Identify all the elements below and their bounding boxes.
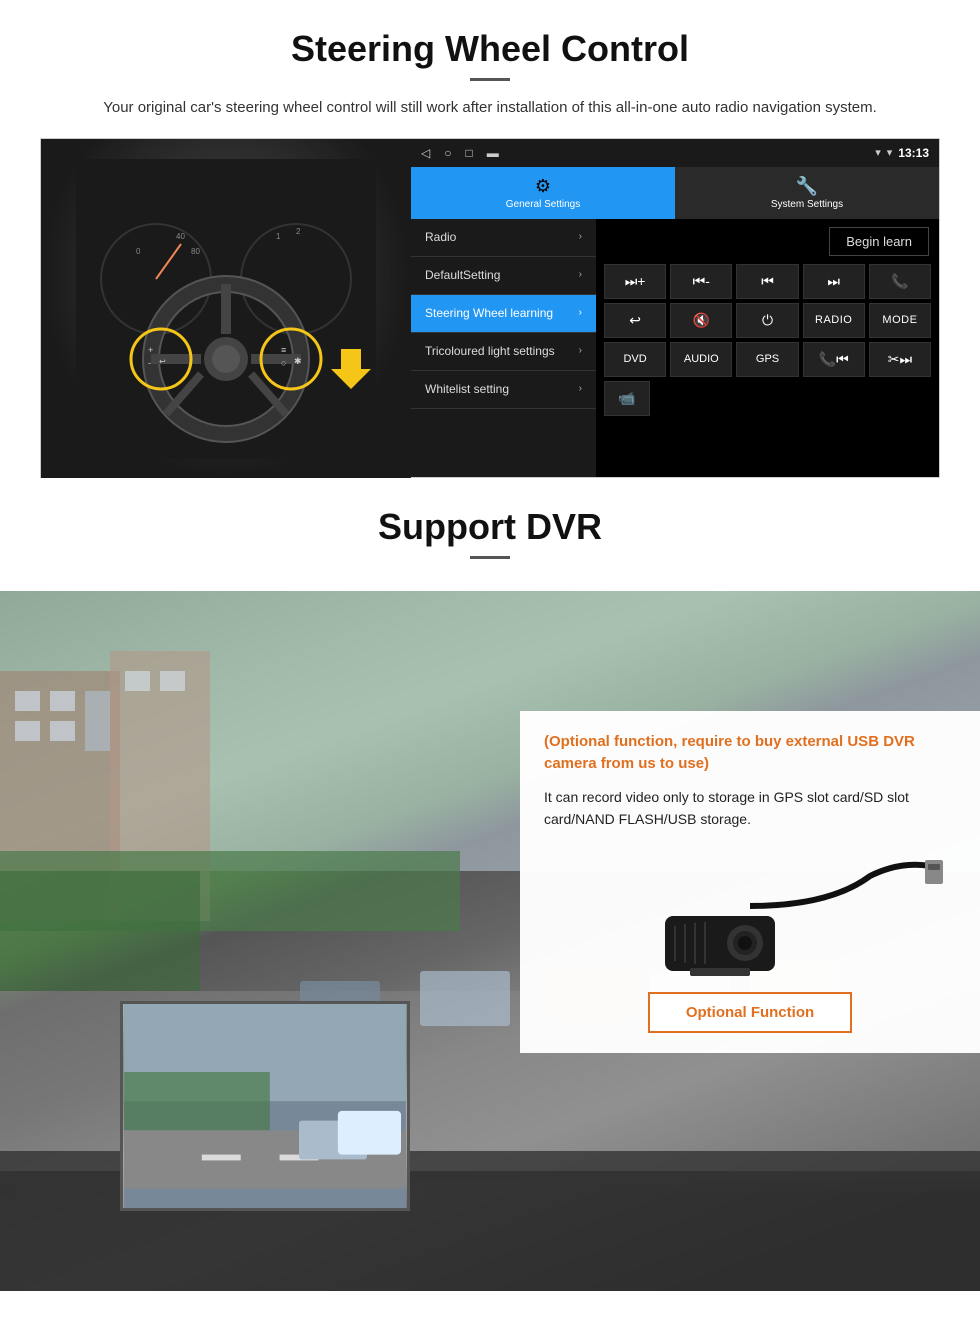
- vol-down-btn[interactable]: ⏮-: [670, 264, 732, 299]
- svg-text:40: 40: [176, 232, 185, 241]
- svg-text:✱: ✱: [294, 356, 302, 366]
- steering-ui-container: 0 40 80 1 2: [40, 138, 940, 478]
- dvr-thumbnail: [120, 1001, 410, 1211]
- steering-photo-bg: 0 40 80 1 2: [41, 139, 411, 479]
- phone-prev-btn[interactable]: 📞⏮: [803, 342, 865, 377]
- prev-track-btn[interactable]: ⏮: [736, 264, 798, 299]
- steering-title: Steering Wheel Control: [40, 28, 940, 70]
- control-row-4: 📹: [604, 381, 931, 416]
- svg-text:-: -: [148, 358, 151, 368]
- dvr-title: Support DVR: [40, 506, 940, 548]
- wifi-icon: ▾: [875, 146, 881, 159]
- status-bar: ◁ ○ □ ▬ ▾ ▾ 13:13: [411, 139, 939, 167]
- audio-btn[interactable]: AUDIO: [670, 342, 732, 377]
- tab-general-settings[interactable]: ⚙ General Settings: [411, 167, 675, 219]
- chevron-right-icon: ›: [579, 269, 582, 281]
- recent-nav-icon[interactable]: □: [465, 146, 472, 160]
- gear-icon: ⚙: [535, 176, 551, 197]
- gps-btn[interactable]: GPS: [736, 342, 798, 377]
- svg-text:0: 0: [136, 247, 141, 256]
- dvr-optional-text: (Optional function, require to buy exter…: [544, 731, 956, 776]
- phone-btn[interactable]: 📞: [869, 264, 931, 299]
- right-controls-panel: Begin learn ⏭+ ⏮- ⏮ ⏭ 📞 ↩ 🔇: [596, 219, 939, 477]
- begin-learn-row: Begin learn: [600, 223, 935, 260]
- tab-bar: ⚙ General Settings 🔧 System Settings: [411, 167, 939, 219]
- status-time: 13:13: [898, 146, 929, 160]
- chevron-right-icon: ›: [579, 345, 582, 357]
- dvr-background: (Optional function, require to buy exter…: [0, 591, 980, 1291]
- dvr-info-card: (Optional function, require to buy exter…: [520, 711, 980, 1054]
- home-nav-icon[interactable]: ○: [444, 146, 451, 160]
- dvr-section: Support DVR: [0, 478, 980, 1291]
- steering-photo-panel: 0 40 80 1 2: [41, 139, 411, 479]
- menu-default-label: DefaultSetting: [425, 268, 500, 282]
- radio-btn[interactable]: RADIO: [803, 303, 865, 338]
- svg-text:↩: ↩: [159, 357, 166, 366]
- dvr-thumb-svg: [123, 1004, 407, 1208]
- mode-btn[interactable]: MODE: [869, 303, 931, 338]
- left-menu: Radio › DefaultSetting › Steering Wheel …: [411, 219, 596, 477]
- control-row-1: ⏭+ ⏮- ⏮ ⏭ 📞: [604, 264, 931, 299]
- menu-item-radio[interactable]: Radio ›: [411, 219, 596, 257]
- dvr-desc-text: It can record video only to storage in G…: [544, 786, 956, 831]
- dvr-title-area: Support DVR: [0, 478, 980, 591]
- menu-tricolour-label: Tricoloured light settings: [425, 344, 555, 358]
- mute-btn[interactable]: 🔇: [670, 303, 732, 338]
- menu-item-tricoloured[interactable]: Tricoloured light settings ›: [411, 333, 596, 371]
- dvr-camera-illustration: [544, 846, 956, 976]
- menu-radio-label: Radio: [425, 230, 456, 244]
- svg-text:○: ○: [281, 358, 286, 368]
- tab-system-label: System Settings: [771, 199, 843, 210]
- chevron-right-icon: ›: [579, 383, 582, 395]
- dvr-icon-btn[interactable]: 📹: [604, 381, 650, 416]
- svg-text:≡: ≡: [281, 345, 286, 355]
- tab-general-label: General Settings: [506, 199, 581, 210]
- dvr-title-divider: [470, 556, 510, 559]
- menu-steering-label: Steering Wheel learning: [425, 306, 553, 320]
- steering-section: Steering Wheel Control Your original car…: [0, 0, 980, 478]
- dvr-thumb-content: [123, 1004, 407, 1208]
- back-nav-icon[interactable]: ◁: [421, 146, 430, 160]
- dvr-camera-svg: [550, 846, 950, 976]
- menu-item-whitelist[interactable]: Whitelist setting ›: [411, 371, 596, 409]
- steering-wheel-image: 0 40 80 1 2: [76, 159, 376, 459]
- menu-item-default[interactable]: DefaultSetting ›: [411, 257, 596, 295]
- vol-up-btn[interactable]: ⏭+: [604, 264, 666, 299]
- nav-icons-group: ◁ ○ □ ▬: [421, 146, 499, 160]
- dvd-btn[interactable]: DVD: [604, 342, 666, 377]
- power-btn[interactable]: ⏻: [736, 303, 798, 338]
- back-btn[interactable]: ↩: [604, 303, 666, 338]
- status-icons-group: ▾ ▾ 13:13: [875, 146, 929, 160]
- svg-text:+: +: [148, 345, 153, 355]
- menu-item-steering[interactable]: Steering Wheel learning ›: [411, 295, 596, 333]
- cut-next-btn[interactable]: ✂⏭: [869, 342, 931, 377]
- menu-controls-area: Radio › DefaultSetting › Steering Wheel …: [411, 219, 939, 477]
- svg-text:1: 1: [276, 232, 281, 241]
- optional-function-button[interactable]: Optional Function: [648, 992, 852, 1033]
- control-row-3: DVD AUDIO GPS 📞⏮ ✂⏭: [604, 342, 931, 377]
- tab-system-settings[interactable]: 🔧 System Settings: [675, 167, 939, 219]
- menu-whitelist-label: Whitelist setting: [425, 382, 509, 396]
- android-panel: ◁ ○ □ ▬ ▾ ▾ 13:13 ⚙ General Settings: [411, 139, 939, 477]
- svg-text:2: 2: [296, 227, 301, 236]
- chevron-right-icon: ›: [579, 231, 582, 243]
- control-row-2: ↩ 🔇 ⏻ RADIO MODE: [604, 303, 931, 338]
- next-track-btn[interactable]: ⏭: [803, 264, 865, 299]
- svg-text:80: 80: [191, 247, 200, 256]
- control-grid: ⏭+ ⏮- ⏮ ⏭ 📞 ↩ 🔇 ⏻ RADIO MODE: [600, 264, 935, 416]
- title-divider: [470, 78, 510, 81]
- wrench-icon: 🔧: [796, 176, 818, 197]
- signal-icon: ▾: [887, 146, 893, 159]
- steering-desc: Your original car's steering wheel contr…: [40, 97, 940, 120]
- menu-nav-icon[interactable]: ▬: [487, 146, 499, 160]
- begin-learn-button[interactable]: Begin learn: [829, 227, 929, 256]
- chevron-right-icon: ›: [579, 307, 582, 319]
